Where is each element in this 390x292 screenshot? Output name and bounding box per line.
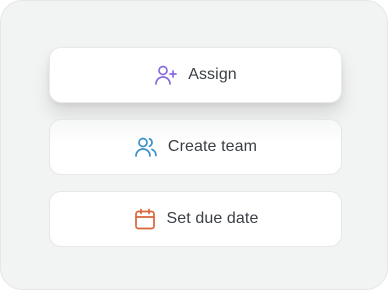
create-team-button[interactable]: Create team xyxy=(49,119,342,175)
calendar-icon xyxy=(133,207,157,231)
assign-label: Assign xyxy=(188,66,237,83)
user-plus-icon xyxy=(154,63,178,87)
create-team-label: Create team xyxy=(167,138,258,155)
assign-button[interactable]: Assign xyxy=(49,47,342,103)
users-icon xyxy=(134,135,158,159)
set-due-date-button[interactable]: Set due date xyxy=(49,191,342,247)
set-due-date-label: Set due date xyxy=(166,210,259,227)
action-menu-panel: Assign Create team Set due date xyxy=(0,0,388,290)
